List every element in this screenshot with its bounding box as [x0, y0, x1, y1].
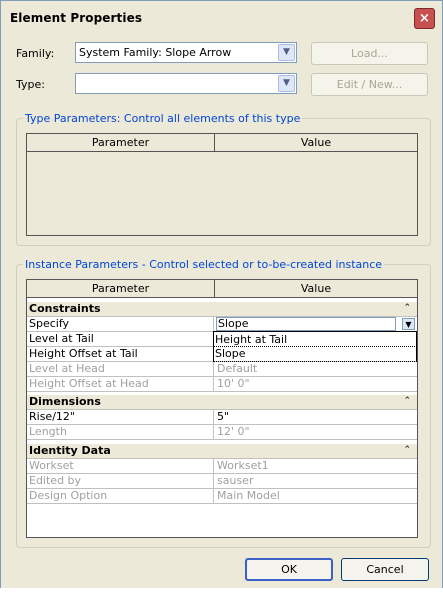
param-value[interactable]: 5"	[215, 410, 417, 425]
dropdown-option[interactable]: Height at Tail	[214, 333, 416, 347]
title-bar: Element Properties ×	[2, 2, 441, 33]
param-name: Specify	[27, 317, 214, 332]
param-value: Default	[217, 362, 258, 375]
collapse-icon[interactable]: ⌃	[403, 303, 411, 313]
instance-parameters-grid: Parameter Value Constraints ⌃ Specify Sl…	[26, 279, 418, 538]
param-value: sauser	[217, 474, 254, 487]
param-value: 12' 0"	[217, 425, 250, 438]
param-name: Level at Tail	[27, 332, 214, 347]
element-properties-dialog: Element Properties × Family: System Fami…	[0, 0, 443, 596]
edit-new-button[interactable]: Edit / New...	[311, 73, 428, 96]
group-name: Dimensions	[29, 395, 101, 408]
type-col-value[interactable]: Value	[215, 134, 417, 152]
instance-col-value[interactable]: Value	[215, 280, 417, 298]
param-value: Workset1	[217, 459, 269, 472]
table-row: Edited by sauser	[27, 474, 417, 489]
table-row: Level at Head Default	[27, 362, 417, 377]
table-row: Workset Workset1	[27, 459, 417, 474]
param-name: Edited by	[27, 474, 214, 489]
dropdown-option-selected[interactable]: Slope	[213, 346, 417, 362]
param-value: 10' 0"	[217, 377, 250, 390]
table-row: Design Option Main Model	[27, 489, 417, 504]
type-col-parameter[interactable]: Parameter	[27, 134, 214, 152]
table-row: Height Offset at Head 10' 0"	[27, 377, 417, 392]
specify-combobox[interactable]: Slope ▼	[215, 317, 417, 332]
group-row-constraints[interactable]: Constraints ⌃	[27, 302, 417, 317]
instance-col-parameter[interactable]: Parameter	[27, 280, 214, 298]
param-name: Design Option	[27, 489, 214, 504]
param-name: Rise/12"	[27, 410, 214, 425]
chevron-down-icon[interactable]: ▼	[402, 318, 415, 330]
table-row: Length 12' 0"	[27, 425, 417, 440]
chevron-down-icon[interactable]: ▼	[278, 44, 295, 61]
param-name: Height Offset at Head	[27, 377, 214, 392]
group-row-identity-data[interactable]: Identity Data ⌃	[27, 444, 417, 459]
param-name: Height Offset at Tail	[27, 347, 214, 362]
param-value: Main Model	[217, 489, 280, 502]
type-parameters-title: Type Parameters: Control all elements of…	[23, 112, 303, 125]
family-combobox[interactable]: System Family: Slope Arrow ▼	[75, 42, 297, 63]
chevron-down-icon[interactable]: ▼	[278, 75, 295, 92]
type-combobox[interactable]: ▼	[75, 73, 297, 94]
type-label: Type:	[16, 78, 45, 91]
group-name: Identity Data	[29, 444, 111, 457]
table-row[interactable]: Specify Slope ▼	[27, 317, 417, 332]
specify-value: Slope	[216, 317, 396, 331]
param-name: Level at Head	[27, 362, 214, 377]
collapse-icon[interactable]: ⌃	[403, 396, 411, 406]
instance-parameters-title: Instance Parameters - Control selected o…	[23, 258, 385, 271]
table-row[interactable]: Rise/12" 5"	[27, 410, 417, 425]
param-name: Workset	[27, 459, 214, 474]
collapse-icon[interactable]: ⌃	[403, 445, 411, 455]
group-name: Constraints	[29, 302, 101, 315]
param-name: Length	[27, 425, 214, 440]
family-label: Family:	[16, 47, 55, 60]
group-row-dimensions[interactable]: Dimensions ⌃	[27, 395, 417, 410]
load-button[interactable]: Load...	[311, 42, 428, 65]
specify-dropdown-list[interactable]: Height at Tail Slope	[213, 331, 417, 362]
family-value: System Family: Slope Arrow	[79, 46, 232, 59]
cancel-button[interactable]: Cancel	[341, 558, 429, 581]
bottom-strip	[0, 588, 443, 596]
close-icon[interactable]: ×	[414, 8, 435, 29]
type-parameters-grid: Parameter Value	[26, 133, 418, 236]
window-title: Element Properties	[10, 11, 143, 25]
ok-button[interactable]: OK	[245, 558, 333, 581]
